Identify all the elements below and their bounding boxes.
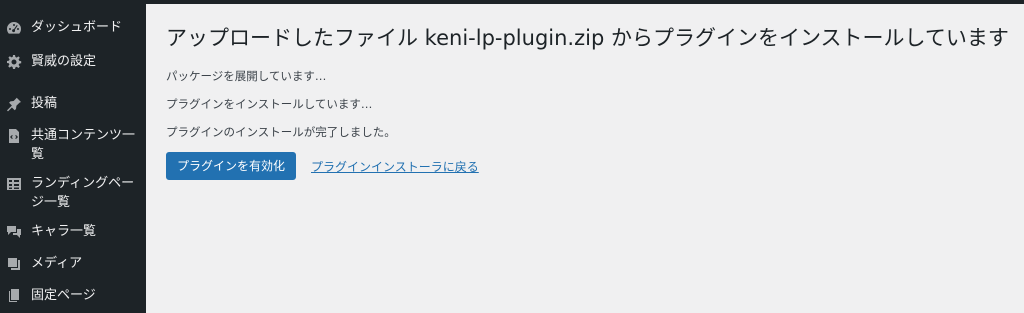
sidebar-item-common-contents[interactable]: 共通コンテンツ一覧 xyxy=(0,126,146,164)
sidebar-item-label: ランディングページ一覧 xyxy=(31,176,135,210)
activate-plugin-button[interactable]: プラグインを有効化 xyxy=(166,152,296,180)
table-icon xyxy=(6,176,22,192)
sidebar-item-pages[interactable]: 固定ページ xyxy=(0,286,146,305)
status-message-unpacking: パッケージを展開しています… xyxy=(166,69,327,83)
status-message-installing: プラグインをインストールしています… xyxy=(166,97,373,111)
pages-icon xyxy=(6,288,22,304)
sidebar-item-characters[interactable]: キャラ一覧 xyxy=(0,222,146,241)
sidebar-item-landing-pages[interactable]: ランディングページ一覧 xyxy=(0,174,146,212)
return-to-installer-link[interactable]: プラグインインストーラに戻る xyxy=(311,158,479,175)
sidebar-item-keni-settings[interactable]: 賢威の設定 xyxy=(0,52,146,71)
gear-icon xyxy=(6,54,22,70)
pin-icon xyxy=(6,96,22,112)
sidebar-item-label: 賢威の設定 xyxy=(31,54,97,69)
sidebar-item-label: 固定ページ xyxy=(31,288,96,303)
code-file-icon xyxy=(6,128,22,144)
sidebar-item-label: ダッシュボード xyxy=(31,20,123,35)
sidebar-item-label: 投稿 xyxy=(31,96,58,111)
dashboard-icon xyxy=(6,20,22,36)
sidebar-item-media[interactable]: メディア xyxy=(0,254,146,273)
sidebar-item-label: キャラ一覧 xyxy=(31,224,97,239)
sidebar-item-label: メディア xyxy=(31,256,83,271)
status-message-complete: プラグインのインストールが完了しました。 xyxy=(166,125,396,139)
chat-bubbles-icon xyxy=(6,224,22,240)
page-title: アップロードしたファイル keni-lp-plugin.zip からプラグインを… xyxy=(166,26,1009,50)
sidebar-item-label: 共通コンテンツ一覧 xyxy=(31,128,136,162)
main-content: アップロードしたファイル keni-lp-plugin.zip からプラグインを… xyxy=(146,4,1024,313)
admin-sidebar: ダッシュボード 賢威の設定 投稿 共通コンテンツ一覧 ランディングページ一覧 キ… xyxy=(0,4,146,313)
sidebar-item-dashboard[interactable]: ダッシュボード xyxy=(0,18,146,37)
media-icon xyxy=(6,256,22,272)
sidebar-item-posts[interactable]: 投稿 xyxy=(0,94,146,113)
